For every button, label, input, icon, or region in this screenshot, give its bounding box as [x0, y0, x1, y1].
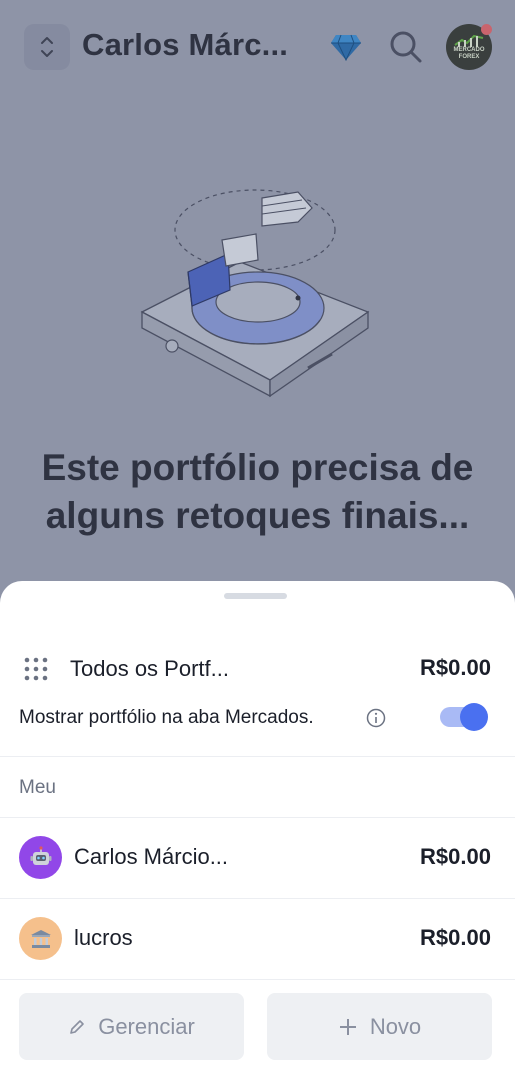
portfolio-name: Carlos Márcio... — [74, 844, 229, 869]
chart-logo-icon — [454, 34, 484, 47]
diamond-icon[interactable] — [330, 33, 362, 61]
toggle-knob — [460, 703, 488, 731]
top-bar: Carlos Márc... MERCADO FOREX — [0, 0, 515, 95]
bank-icon — [19, 917, 62, 960]
portfolio-amount: R$0.00 — [420, 844, 491, 869]
empty-state-heading: Este portfólio precisa de alguns retoque… — [41, 447, 474, 536]
show-in-markets-row: Mostrar portfólio na aba Mercados. — [0, 699, 515, 739]
robot-icon — [19, 836, 62, 879]
portfolio-name: lucros — [74, 925, 133, 950]
show-in-markets-toggle[interactable] — [440, 703, 488, 731]
plus-icon — [339, 1018, 356, 1035]
all-portfolios-label: Todos os Portf... — [70, 656, 229, 681]
manage-button[interactable]: Gerenciar — [19, 993, 244, 1060]
new-portfolio-button[interactable]: Novo — [267, 993, 492, 1060]
sheet-drag-handle[interactable] — [224, 593, 287, 599]
divider — [0, 756, 515, 757]
portfolio-amount: R$0.00 — [420, 925, 491, 950]
divider — [0, 979, 515, 980]
info-icon[interactable] — [366, 708, 386, 728]
notification-dot — [481, 24, 492, 35]
avatar-text-line2: FOREX — [458, 54, 480, 60]
portfolio-row[interactable]: lucros R$0.00 — [0, 899, 515, 979]
all-portfolios-row[interactable]: Todos os Portf... R$0.00 — [0, 641, 515, 693]
chevron-up-down-icon — [41, 37, 53, 57]
portfolio-switch-button[interactable] — [24, 24, 70, 70]
manage-button-label: Gerenciar — [98, 1013, 195, 1039]
pencil-icon — [70, 1019, 85, 1034]
all-portfolios-amount: R$0.00 — [420, 655, 491, 680]
portfolio-bottom-sheet: Todos os Portf... R$0.00 Mostrar portfól… — [0, 581, 515, 1080]
avatar-text-line1: MERCADO — [453, 47, 485, 53]
new-portfolio-button-label: Novo — [369, 1013, 422, 1039]
show-in-markets-label: Mostrar portfólio na aba Mercados. — [19, 707, 314, 728]
section-title: Meu — [19, 777, 56, 798]
search-icon[interactable] — [389, 30, 423, 64]
portfolio-illustration — [140, 189, 370, 398]
page-title[interactable]: Carlos Márc... — [82, 27, 288, 63]
portfolio-row[interactable]: Carlos Márcio... R$0.00 — [0, 818, 515, 898]
grid-dots-icon — [24, 657, 48, 681]
